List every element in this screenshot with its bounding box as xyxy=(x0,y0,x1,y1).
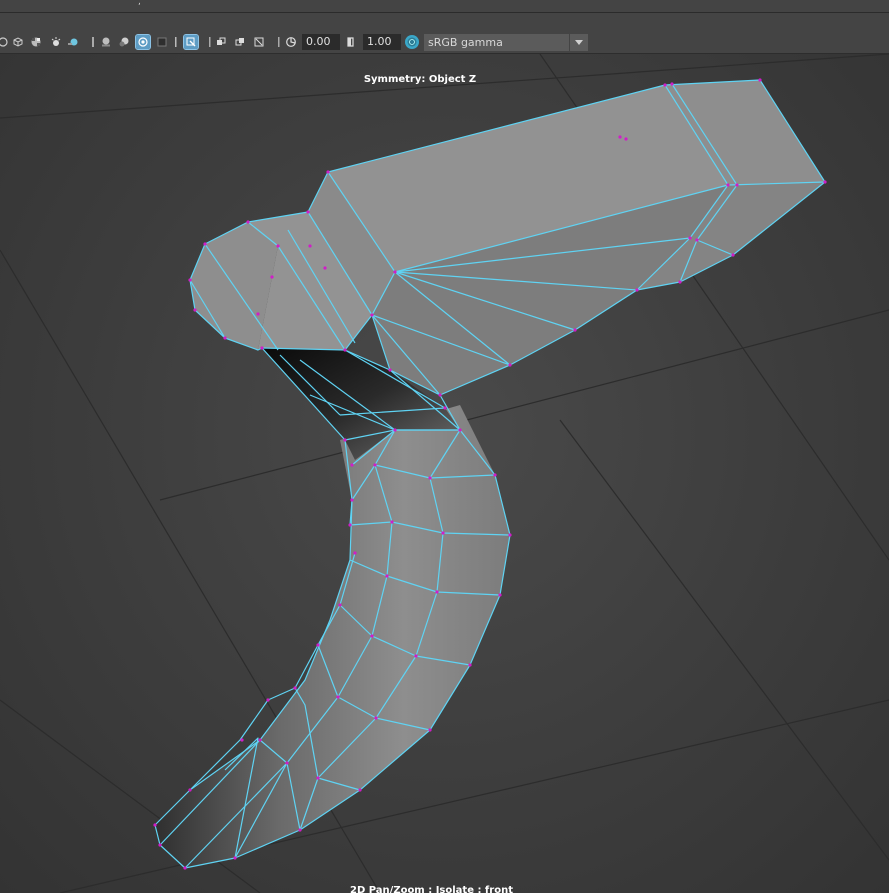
gamma-field[interactable] xyxy=(363,34,401,50)
gamma-icon[interactable] xyxy=(344,35,358,49)
color-space-label: sRGB gamma xyxy=(428,36,503,49)
symmetry-label: Symmetry: Object Z xyxy=(363,74,477,85)
exposure-icon[interactable] xyxy=(284,35,298,49)
panel-menu-bar xyxy=(0,13,889,33)
motion-blur-icon[interactable] xyxy=(99,35,113,49)
depth-of-field-icon[interactable] xyxy=(135,34,151,50)
exposure-field[interactable] xyxy=(302,34,340,50)
shadows-icon[interactable] xyxy=(66,35,80,49)
menu-bar: , xyxy=(0,0,889,13)
safe-title-icon[interactable] xyxy=(252,35,266,49)
menu-bar-edge: , xyxy=(138,0,141,7)
checker-icon[interactable] xyxy=(29,35,43,49)
xray-joints-icon[interactable] xyxy=(183,34,199,50)
color-management-icon[interactable] xyxy=(405,35,419,49)
chevron-down-icon[interactable] xyxy=(569,34,588,51)
wireframe-on-shaded-icon[interactable] xyxy=(0,35,10,49)
viewport-scene[interactable] xyxy=(0,54,889,893)
viewport-status-label: 2D Pan/Zoom : Isolate : front xyxy=(350,885,513,893)
xray-icon[interactable] xyxy=(11,35,25,49)
film-gate-icon[interactable] xyxy=(214,35,228,49)
color-space-dropdown[interactable]: sRGB gamma xyxy=(424,34,588,51)
lighting-icon[interactable] xyxy=(49,35,63,49)
safe-action-icon[interactable] xyxy=(233,35,247,49)
xray-active-icon[interactable] xyxy=(170,35,184,49)
viewport-toolbar: sRGB gamma xyxy=(0,32,889,54)
3d-viewport[interactable]: Symmetry: Object Z 2D Pan/Zoom : Isolate… xyxy=(0,54,889,893)
isolate-select-icon[interactable] xyxy=(155,35,169,49)
anti-aliasing-icon[interactable] xyxy=(117,35,131,49)
ambient-occlusion-icon[interactable] xyxy=(86,35,100,49)
